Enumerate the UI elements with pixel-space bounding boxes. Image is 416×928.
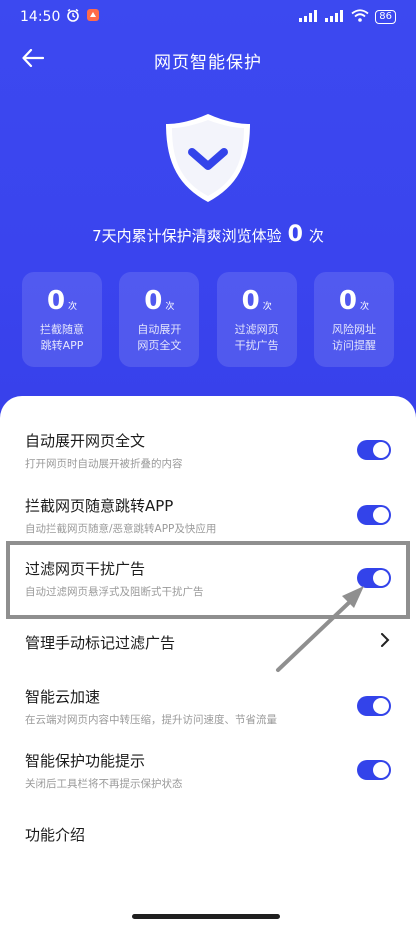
stat-value: 0 — [46, 286, 66, 316]
stat-card-risk-url: 0次 风险网址访问提醒 — [313, 272, 394, 367]
setting-title: 管理手动标记过滤广告 — [25, 634, 176, 652]
toggle-knob — [373, 762, 389, 778]
summary-count: 0 — [287, 222, 303, 247]
alarm-icon — [66, 8, 80, 26]
stat-unit: 次 — [360, 302, 370, 312]
setting-desc: 在云端对网页内容中转压缩，提升访问速度、节省流量 — [25, 714, 277, 726]
signal-icon — [299, 9, 319, 25]
stat-card-auto-expand: 0次 自动展开网页全文 — [119, 272, 200, 367]
block-jump-toggle[interactable] — [357, 505, 391, 525]
setting-block-jump[interactable]: 拦截网页随意跳转APP 自动拦截网页随意/恶意跳转APP及快应用 — [0, 485, 416, 545]
stat-card-filter-ads: 0次 过滤网页干扰广告 — [216, 272, 297, 367]
toggle-knob — [373, 698, 389, 714]
nav-bar: 网页智能保护 — [0, 40, 416, 80]
stat-card-block-jump: 0次 拦截随意跳转APP — [22, 272, 102, 367]
stat-label-line2: 访问提醒 — [331, 339, 376, 352]
cloud-accel-toggle[interactable] — [357, 696, 391, 716]
battery-icon: 86 — [375, 10, 396, 24]
stat-label-line1: 风险网址 — [331, 323, 376, 336]
setting-manage-marked-ads[interactable]: 管理手动标记过滤广告 — [0, 620, 416, 680]
stat-label-line2: 跳转APP — [40, 339, 84, 352]
setting-title: 拦截网页随意跳转APP — [25, 497, 174, 515]
summary-prefix: 7天内累计保护清爽浏览体验 — [92, 227, 282, 245]
setting-protect-tips[interactable]: 智能保护功能提示 关闭后工具栏将不再提示保护状态 — [0, 740, 416, 800]
back-button[interactable] — [18, 46, 48, 74]
setting-title: 自动展开网页全文 — [25, 432, 146, 450]
stat-unit: 次 — [165, 302, 175, 312]
summary-suffix: 次 — [308, 227, 324, 245]
setting-desc: 自动拦截网页随意/恶意跳转APP及快应用 — [25, 523, 217, 535]
status-time: 14:50 — [20, 9, 61, 25]
stat-label-line2: 网页全文 — [137, 339, 182, 352]
signal-icon-2 — [325, 9, 345, 25]
stat-label-line1: 自动展开 — [137, 323, 182, 336]
stat-label-line1: 拦截随意 — [40, 323, 84, 336]
protect-tips-toggle[interactable] — [357, 760, 391, 780]
setting-feature-intro[interactable]: 功能介绍 — [0, 812, 416, 872]
setting-cloud-accel[interactable]: 智能云加速 在云端对网页内容中转压缩，提升访问速度、节省流量 — [0, 676, 416, 736]
hero-header: 14:50 86 网页智能保护 7天内累计保护清爽浏览体验 0 次 0 次 拦截… — [0, 0, 416, 440]
setting-desc: 打开网页时自动展开被折叠的内容 — [25, 458, 183, 470]
setting-title: 功能介绍 — [25, 826, 86, 844]
back-arrow-icon — [22, 48, 45, 71]
app-notification-icon — [86, 8, 100, 26]
highlight-box — [6, 541, 410, 619]
stat-label-line2: 干扰广告 — [234, 339, 279, 352]
toggle-knob — [373, 442, 389, 458]
stat-unit: 次 — [262, 302, 272, 312]
wifi-icon — [351, 9, 369, 25]
setting-desc: 关闭后工具栏将不再提示保护状态 — [25, 778, 183, 790]
chevron-right-icon — [380, 632, 390, 651]
home-indicator[interactable] — [132, 914, 280, 919]
stat-value: 0 — [338, 286, 358, 316]
auto-expand-toggle[interactable] — [357, 440, 391, 460]
stat-value: 0 — [241, 286, 260, 316]
stat-value: 0 — [144, 286, 163, 316]
protect-summary: 7天内累计保护清爽浏览体验 0 次 — [0, 222, 416, 247]
toggle-knob — [373, 507, 389, 523]
setting-title: 智能保护功能提示 — [25, 752, 146, 770]
stat-label-line1: 过滤网页 — [234, 323, 279, 336]
stats-row: 0次 拦截随意 跳转APP 0次 自动展开 网页全文 0次 过滤网页 干扰广告 0次 … — [22, 272, 394, 367]
setting-title: 智能云加速 — [25, 688, 101, 706]
page-title: 网页智能保护 — [154, 52, 262, 73]
stat-unit: 次 — [68, 302, 78, 312]
shield-check-icon — [158, 112, 258, 204]
status-bar: 14:50 86 — [0, 0, 416, 34]
setting-auto-expand[interactable]: 自动展开网页全文 打开网页时自动展开被折叠的内容 — [0, 420, 416, 480]
